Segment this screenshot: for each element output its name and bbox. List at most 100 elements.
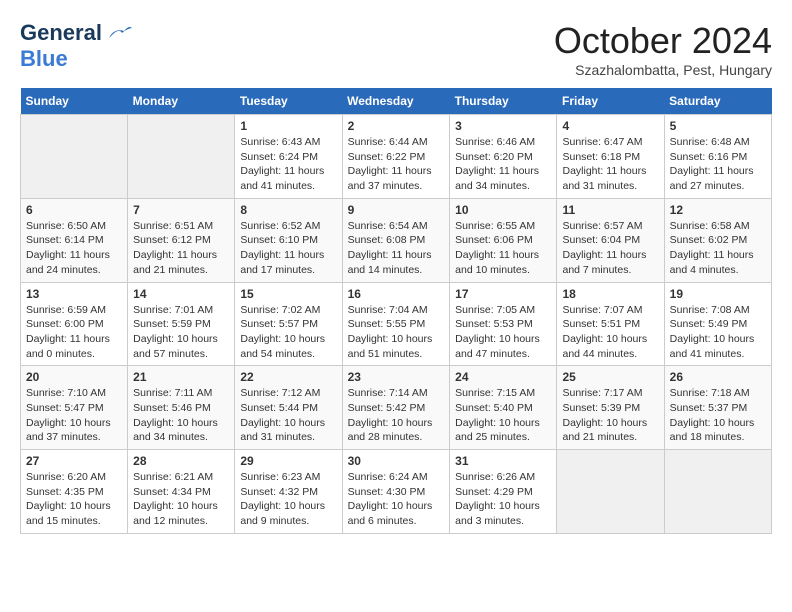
- calendar-header: SundayMondayTuesdayWednesdayThursdayFrid…: [21, 88, 772, 115]
- calendar-body: 1 Sunrise: 6:43 AM Sunset: 6:24 PM Daylig…: [21, 115, 772, 534]
- header-day-monday: Monday: [128, 88, 235, 115]
- header-day-friday: Friday: [557, 88, 664, 115]
- day-info: Sunrise: 6:24 AM Sunset: 4:30 PM Dayligh…: [348, 470, 445, 529]
- day-info: Sunrise: 7:08 AM Sunset: 5:49 PM Dayligh…: [670, 303, 766, 362]
- day-info: Sunrise: 6:23 AM Sunset: 4:32 PM Dayligh…: [240, 470, 336, 529]
- day-number: 28: [133, 454, 229, 468]
- calendar-cell: [557, 450, 664, 534]
- day-info: Sunrise: 6:47 AM Sunset: 6:18 PM Dayligh…: [562, 135, 658, 194]
- day-number: 6: [26, 203, 122, 217]
- header-day-saturday: Saturday: [664, 88, 771, 115]
- day-number: 29: [240, 454, 336, 468]
- calendar-cell: [21, 115, 128, 199]
- week-row-1: 1 Sunrise: 6:43 AM Sunset: 6:24 PM Daylig…: [21, 115, 772, 199]
- day-info: Sunrise: 7:01 AM Sunset: 5:59 PM Dayligh…: [133, 303, 229, 362]
- calendar-cell: [128, 115, 235, 199]
- day-info: Sunrise: 7:17 AM Sunset: 5:39 PM Dayligh…: [562, 386, 658, 445]
- calendar-cell: 3 Sunrise: 6:46 AM Sunset: 6:20 PM Daylig…: [450, 115, 557, 199]
- calendar-cell: 16Sunrise: 7:04 AM Sunset: 5:55 PM Dayli…: [342, 282, 450, 366]
- header-day-thursday: Thursday: [450, 88, 557, 115]
- calendar-cell: 23Sunrise: 7:14 AM Sunset: 5:42 PM Dayli…: [342, 366, 450, 450]
- day-number: 8: [240, 203, 336, 217]
- day-number: 15: [240, 287, 336, 301]
- calendar-cell: 1 Sunrise: 6:43 AM Sunset: 6:24 PM Daylig…: [235, 115, 342, 199]
- week-row-3: 13Sunrise: 6:59 AM Sunset: 6:00 PM Dayli…: [21, 282, 772, 366]
- day-number: 22: [240, 370, 336, 384]
- calendar-cell: 7 Sunrise: 6:51 AM Sunset: 6:12 PM Daylig…: [128, 198, 235, 282]
- day-info: Sunrise: 6:55 AM Sunset: 6:06 PM Dayligh…: [455, 219, 551, 278]
- calendar-cell: [664, 450, 771, 534]
- calendar-cell: 4 Sunrise: 6:47 AM Sunset: 6:18 PM Daylig…: [557, 115, 664, 199]
- day-number: 19: [670, 287, 766, 301]
- calendar-cell: 15Sunrise: 7:02 AM Sunset: 5:57 PM Dayli…: [235, 282, 342, 366]
- calendar-cell: 14 Sunrise: 7:01 AM Sunset: 5:59 PM Dayli…: [128, 282, 235, 366]
- day-number: 3: [455, 119, 551, 133]
- day-number: 30: [348, 454, 445, 468]
- day-number: 10: [455, 203, 551, 217]
- calendar-cell: 2 Sunrise: 6:44 AM Sunset: 6:22 PM Daylig…: [342, 115, 450, 199]
- day-info: Sunrise: 6:59 AM Sunset: 6:00 PM Dayligh…: [26, 303, 122, 362]
- day-number: 26: [670, 370, 766, 384]
- day-info: Sunrise: 6:50 AM Sunset: 6:14 PM Dayligh…: [26, 219, 122, 278]
- day-number: 2: [348, 119, 445, 133]
- page-header: General Blue October 2024 Szazhalombatta…: [20, 20, 772, 78]
- day-info: Sunrise: 6:20 AM Sunset: 4:35 PM Dayligh…: [26, 470, 122, 529]
- day-number: 4: [562, 119, 658, 133]
- day-info: Sunrise: 7:11 AM Sunset: 5:46 PM Dayligh…: [133, 386, 229, 445]
- day-info: Sunrise: 7:04 AM Sunset: 5:55 PM Dayligh…: [348, 303, 445, 362]
- day-number: 20: [26, 370, 122, 384]
- day-number: 17: [455, 287, 551, 301]
- location-text: Szazhalombatta, Pest, Hungary: [554, 62, 772, 78]
- title-section: October 2024 Szazhalombatta, Pest, Hunga…: [554, 20, 772, 78]
- month-title: October 2024: [554, 20, 772, 62]
- day-info: Sunrise: 6:43 AM Sunset: 6:24 PM Dayligh…: [240, 135, 336, 194]
- calendar-cell: 11 Sunrise: 6:57 AM Sunset: 6:04 PM Dayli…: [557, 198, 664, 282]
- day-info: Sunrise: 7:12 AM Sunset: 5:44 PM Dayligh…: [240, 386, 336, 445]
- day-info: Sunrise: 6:46 AM Sunset: 6:20 PM Dayligh…: [455, 135, 551, 194]
- day-info: Sunrise: 7:10 AM Sunset: 5:47 PM Dayligh…: [26, 386, 122, 445]
- logo-general-text: General: [20, 20, 102, 46]
- calendar-cell: 10 Sunrise: 6:55 AM Sunset: 6:06 PM Dayli…: [450, 198, 557, 282]
- day-info: Sunrise: 6:52 AM Sunset: 6:10 PM Dayligh…: [240, 219, 336, 278]
- day-info: Sunrise: 6:44 AM Sunset: 6:22 PM Dayligh…: [348, 135, 445, 194]
- day-info: Sunrise: 7:05 AM Sunset: 5:53 PM Dayligh…: [455, 303, 551, 362]
- calendar-cell: 6 Sunrise: 6:50 AM Sunset: 6:14 PM Daylig…: [21, 198, 128, 282]
- day-info: Sunrise: 6:58 AM Sunset: 6:02 PM Dayligh…: [670, 219, 766, 278]
- week-row-4: 20 Sunrise: 7:10 AM Sunset: 5:47 PM Dayli…: [21, 366, 772, 450]
- calendar-cell: 31Sunrise: 6:26 AM Sunset: 4:29 PM Dayli…: [450, 450, 557, 534]
- day-info: Sunrise: 6:48 AM Sunset: 6:16 PM Dayligh…: [670, 135, 766, 194]
- day-number: 1: [240, 119, 336, 133]
- calendar-cell: 27 Sunrise: 6:20 AM Sunset: 4:35 PM Dayli…: [21, 450, 128, 534]
- header-day-wednesday: Wednesday: [342, 88, 450, 115]
- day-info: Sunrise: 6:51 AM Sunset: 6:12 PM Dayligh…: [133, 219, 229, 278]
- day-info: Sunrise: 7:14 AM Sunset: 5:42 PM Dayligh…: [348, 386, 445, 445]
- day-number: 18: [562, 287, 658, 301]
- calendar-cell: 19 Sunrise: 7:08 AM Sunset: 5:49 PM Dayli…: [664, 282, 771, 366]
- day-info: Sunrise: 6:54 AM Sunset: 6:08 PM Dayligh…: [348, 219, 445, 278]
- calendar-cell: 12 Sunrise: 6:58 AM Sunset: 6:02 PM Dayli…: [664, 198, 771, 282]
- day-number: 14: [133, 287, 229, 301]
- header-day-tuesday: Tuesday: [235, 88, 342, 115]
- day-number: 25: [562, 370, 658, 384]
- day-number: 11: [562, 203, 658, 217]
- day-info: Sunrise: 7:07 AM Sunset: 5:51 PM Dayligh…: [562, 303, 658, 362]
- logo: General Blue: [20, 20, 134, 72]
- calendar-cell: 29 Sunrise: 6:23 AM Sunset: 4:32 PM Dayli…: [235, 450, 342, 534]
- calendar-cell: 18 Sunrise: 7:07 AM Sunset: 5:51 PM Dayli…: [557, 282, 664, 366]
- day-info: Sunrise: 6:21 AM Sunset: 4:34 PM Dayligh…: [133, 470, 229, 529]
- header-row: SundayMondayTuesdayWednesdayThursdayFrid…: [21, 88, 772, 115]
- day-number: 9: [348, 203, 445, 217]
- day-number: 7: [133, 203, 229, 217]
- week-row-5: 27 Sunrise: 6:20 AM Sunset: 4:35 PM Dayli…: [21, 450, 772, 534]
- day-info: Sunrise: 6:57 AM Sunset: 6:04 PM Dayligh…: [562, 219, 658, 278]
- calendar-cell: 9 Sunrise: 6:54 AM Sunset: 6:08 PM Daylig…: [342, 198, 450, 282]
- calendar-cell: 20 Sunrise: 7:10 AM Sunset: 5:47 PM Dayli…: [21, 366, 128, 450]
- calendar-cell: 24Sunrise: 7:15 AM Sunset: 5:40 PM Dayli…: [450, 366, 557, 450]
- calendar-cell: 28 Sunrise: 6:21 AM Sunset: 4:34 PM Dayli…: [128, 450, 235, 534]
- day-number: 12: [670, 203, 766, 217]
- day-number: 31: [455, 454, 551, 468]
- day-number: 27: [26, 454, 122, 468]
- week-row-2: 6 Sunrise: 6:50 AM Sunset: 6:14 PM Daylig…: [21, 198, 772, 282]
- header-day-sunday: Sunday: [21, 88, 128, 115]
- day-info: Sunrise: 7:18 AM Sunset: 5:37 PM Dayligh…: [670, 386, 766, 445]
